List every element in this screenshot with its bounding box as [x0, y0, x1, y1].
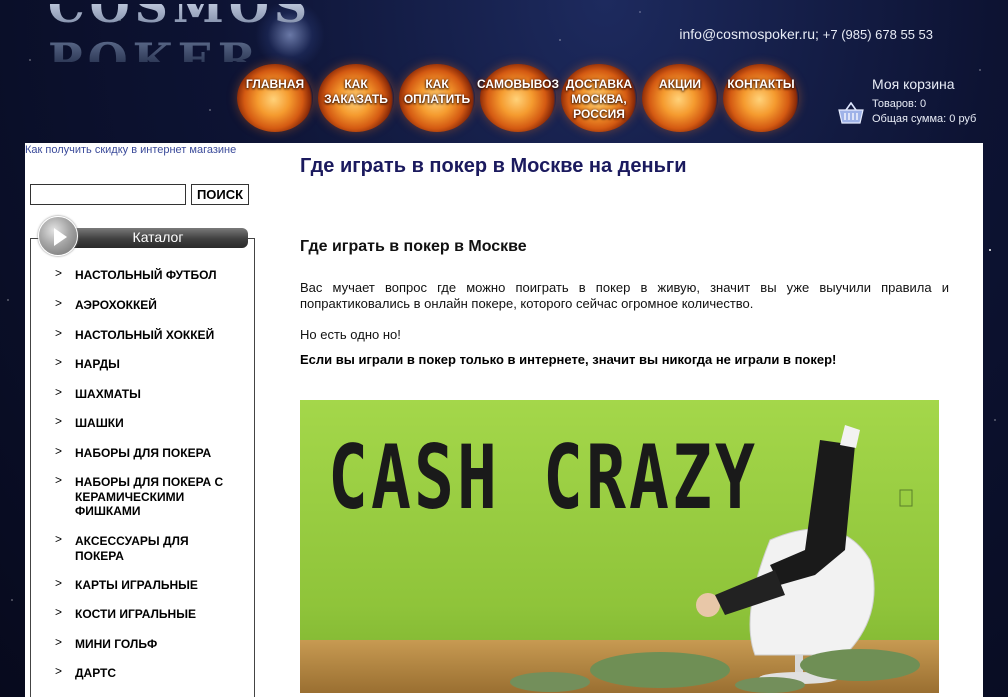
nav-label: КОНТАКТЫ	[727, 77, 795, 91]
catalog-item[interactable]: > НАСТОЛЬНЫЙ ФУТБОЛ	[55, 266, 245, 283]
catalog-item[interactable]: > АКСЕССУАРЫ ДЛЯ ПОКЕРА	[55, 532, 245, 563]
nav-delivery[interactable]: ДОСТАВКА МОСКВА, РОССИЯ	[559, 64, 639, 132]
basket-icon[interactable]	[838, 102, 864, 124]
catalog-item[interactable]: > КОСТИ ИГРАЛЬНЫЕ	[55, 605, 245, 622]
chevron-right-icon: >	[55, 414, 63, 428]
nav-label: ГЛАВНАЯ	[245, 77, 305, 91]
chevron-right-icon: >	[55, 605, 63, 619]
chevron-right-icon: >	[55, 664, 63, 678]
chevron-right-icon: >	[55, 355, 63, 369]
search-button[interactable]: ПОИСК	[191, 184, 249, 205]
catalog-item-label: ШАХМАТЫ	[75, 387, 141, 401]
nav-pickup[interactable]: САМОВЫВОЗ	[477, 64, 559, 132]
nav-label: КАК ОПЛАТИТЬ	[403, 77, 471, 106]
nav-home[interactable]: ГЛАВНАЯ	[235, 64, 315, 132]
site-logo[interactable]: COSMOS POKER	[48, 0, 492, 87]
catalog-item[interactable]: > НАБОРЫ ДЛЯ ПОКЕРА С КЕРАМИЧЕСКИМИ ФИШКА…	[55, 473, 245, 519]
catalog-item-label: МИНИ ГОЛЬФ	[75, 637, 158, 651]
chevron-right-icon: >	[55, 266, 63, 280]
nav-how-to-pay[interactable]: КАК ОПЛАТИТЬ	[397, 64, 477, 132]
discount-link[interactable]: Как получить скидку в интернет магазине	[25, 144, 236, 156]
catalog-item-label: АЭРОХОККЕЙ	[75, 298, 157, 312]
hero-graffiti-text: CASH CRAZY	[328, 426, 758, 529]
catalog-item-label: ШАШКИ	[75, 416, 124, 430]
catalog-item-label: НАСТОЛЬНЫЙ ФУТБОЛ	[75, 268, 217, 282]
chevron-right-icon: >	[55, 635, 63, 649]
nav-label: ДОСТАВКА МОСКВА, РОССИЯ	[565, 77, 633, 121]
catalog-item[interactable]: > НАРДЫ	[55, 355, 245, 372]
chevron-right-icon: >	[55, 576, 63, 590]
article-paragraph: Вас мучает вопрос где можно поиграть в п…	[300, 280, 949, 311]
chevron-right-icon: >	[55, 326, 63, 340]
header-contact: info@cosmospoker.ru; +7 (985) 678 55 53	[679, 26, 933, 42]
article-emphasis: Если вы играли в покер только в интернет…	[300, 352, 837, 367]
nav-contacts[interactable]: КОНТАКТЫ	[721, 64, 801, 132]
catalog-item-label: НАБОРЫ ДЛЯ ПОКЕРА С КЕРАМИЧЕСКИМИ ФИШКАМ…	[75, 475, 224, 518]
chevron-right-icon: >	[55, 296, 63, 310]
search-input[interactable]	[30, 184, 186, 205]
contact-email[interactable]: info@cosmospoker.ru	[679, 26, 815, 42]
catalog-item-label: НАРДЫ	[75, 357, 120, 371]
chevron-right-icon: >	[55, 532, 63, 546]
article-paragraph: Но есть одно но!	[300, 327, 401, 342]
catalog-item-label: ДАРТС	[75, 666, 117, 680]
catalog-item[interactable]: > ШАШКИ	[55, 414, 245, 431]
hero-image: CASH CRAZY	[300, 400, 939, 693]
play-icon	[38, 216, 78, 256]
catalog-item-label: АКСЕССУАРЫ ДЛЯ ПОКЕРА	[75, 534, 189, 563]
nav-label: КАК ЗАКАЗАТЬ	[324, 77, 388, 106]
catalog-item[interactable]: > НАБОРЫ ДЛЯ ПОКЕРА	[55, 444, 245, 461]
cart-items-count: Товаров: 0	[872, 98, 927, 110]
page-title: Где играть в покер в Москве на деньги	[300, 155, 687, 177]
catalog-item[interactable]: > МИНИ ГОЛЬФ	[55, 635, 245, 652]
nav-label: САМОВЫВОЗ	[477, 77, 559, 91]
contact-phone: +7 (985) 678 55 53	[822, 27, 933, 42]
catalog-item[interactable]: > АЭРОХОККЕЙ	[55, 296, 245, 313]
catalog-title: Каталог	[68, 228, 248, 248]
catalog-item[interactable]: > ДАРТС	[55, 664, 245, 681]
catalog-item-label: КОСТИ ИГРАЛЬНЫЕ	[75, 607, 196, 621]
catalog-item-label: НАБОРЫ ДЛЯ ПОКЕРА	[75, 446, 212, 460]
cart-title[interactable]: Моя корзина	[872, 76, 955, 92]
catalog-item[interactable]: > ШАХМАТЫ	[55, 385, 245, 402]
catalog-item[interactable]: > КАРТЫ ИГРАЛЬНЫЕ	[55, 576, 245, 593]
section-heading: Где играть в покер в Москве	[300, 238, 527, 255]
catalog-item[interactable]: > НАСТОЛЬНЫЙ ХОККЕЙ	[55, 326, 245, 343]
chevron-right-icon: >	[55, 385, 63, 399]
contact-separator: ;	[814, 26, 819, 42]
nav-how-to-order[interactable]: КАК ЗАКАЗАТЬ	[316, 64, 396, 132]
nav-promotions[interactable]: АКЦИИ	[640, 64, 720, 132]
catalog-item-label: КАРТЫ ИГРАЛЬНЫЕ	[75, 578, 198, 592]
nav-label: АКЦИИ	[658, 77, 701, 91]
cart-total: Общая сумма: 0 руб	[872, 113, 977, 125]
chevron-right-icon: >	[55, 473, 63, 487]
chevron-right-icon: >	[55, 444, 63, 458]
catalog-item-label: НАСТОЛЬНЫЙ ХОККЕЙ	[75, 328, 215, 342]
